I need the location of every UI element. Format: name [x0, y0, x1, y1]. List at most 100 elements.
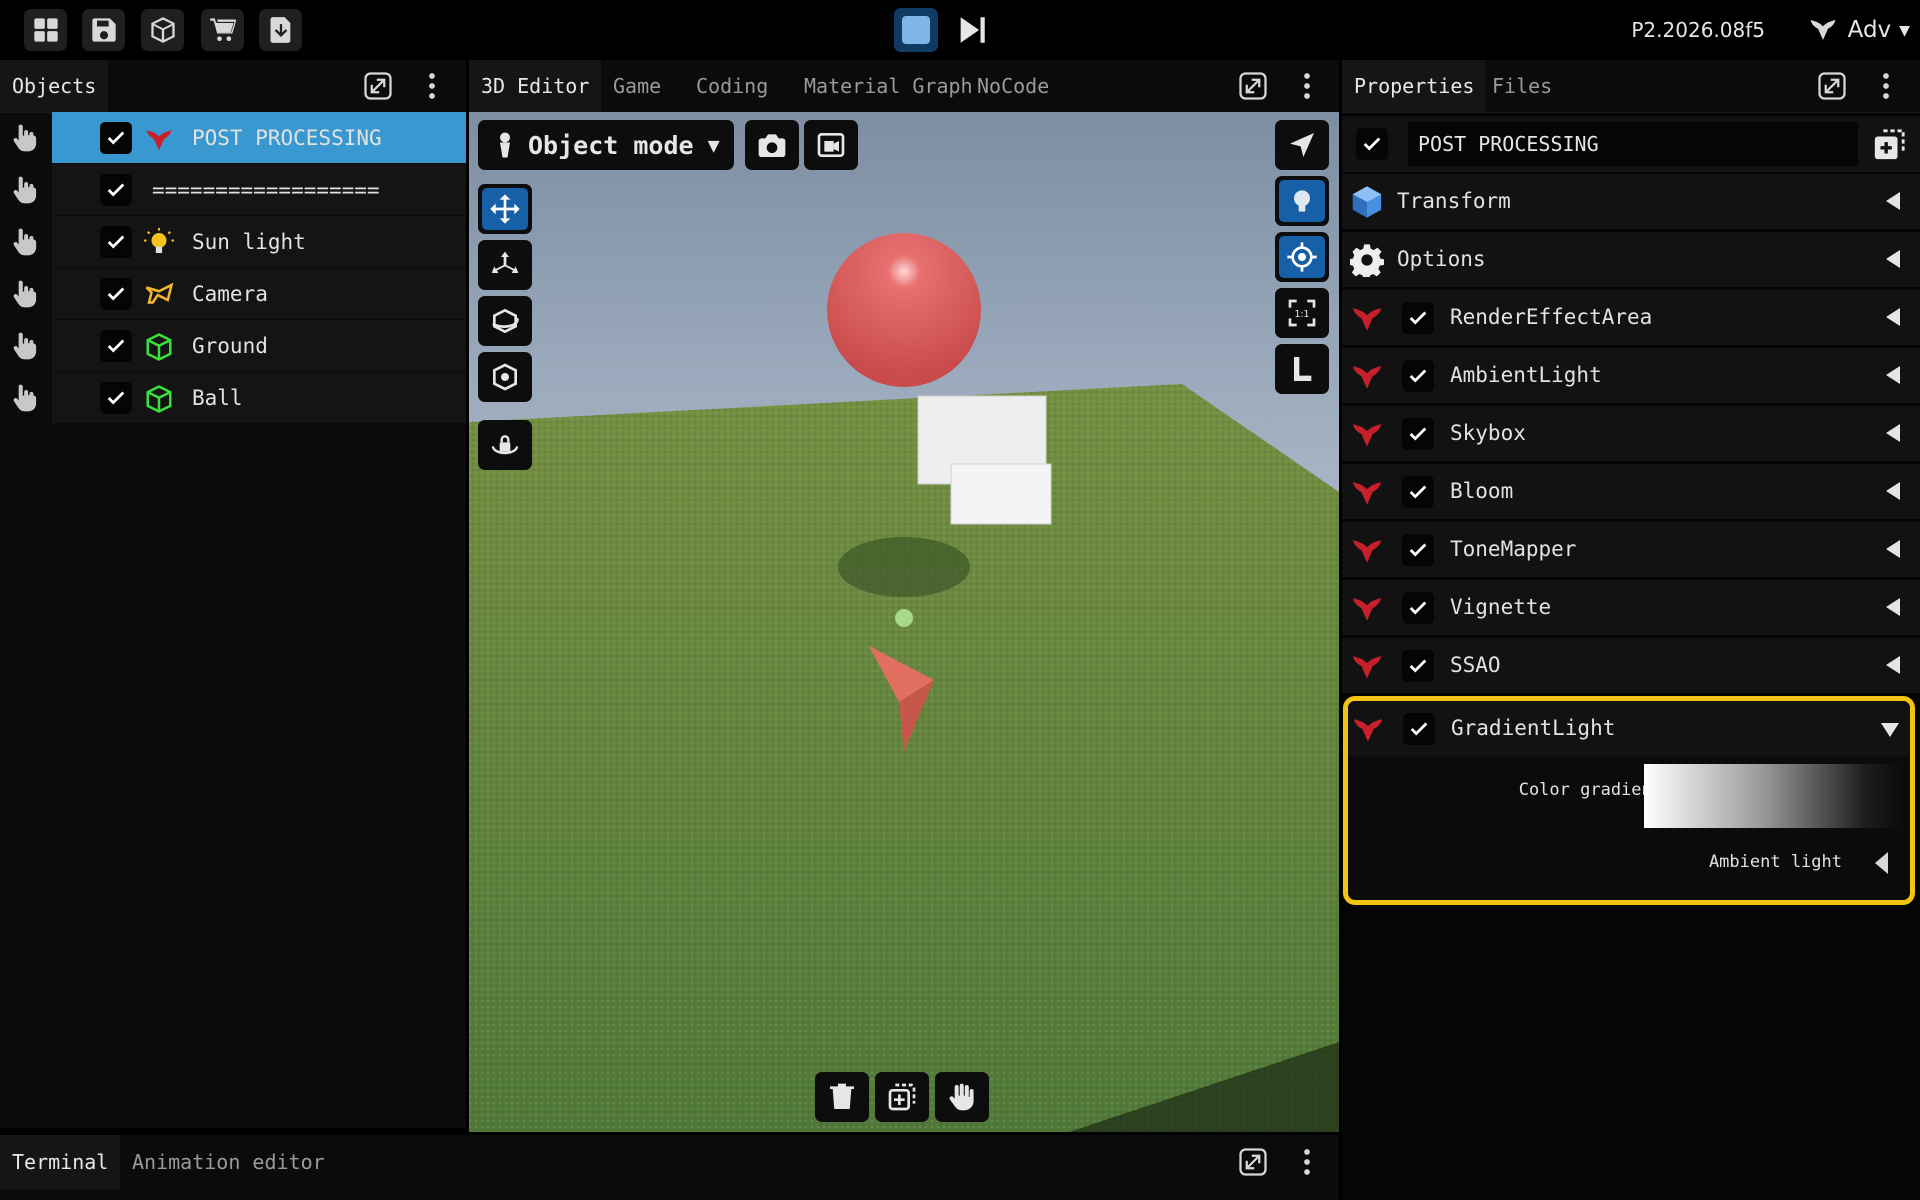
- ambient-light-arrow-icon[interactable]: [1875, 852, 1888, 874]
- effect-enabled-checkbox[interactable]: [1403, 713, 1435, 745]
- collapse-arrow-icon[interactable]: [1886, 366, 1900, 384]
- collapse-arrow-icon[interactable]: [1886, 192, 1900, 210]
- hand-icon: [949, 1083, 974, 1111]
- color-gradient-picker[interactable]: [1644, 764, 1906, 828]
- pixel-ratio-button[interactable]: 1:1: [1275, 288, 1329, 338]
- effect-tone-mapper[interactable]: ToneMapper: [1342, 522, 1920, 577]
- drag-handle[interactable]: [0, 112, 52, 164]
- drag-handle[interactable]: [0, 216, 52, 268]
- lock-rotation-button[interactable]: [478, 420, 532, 470]
- visibility-checkbox[interactable]: [100, 278, 132, 310]
- visibility-checkbox[interactable]: [100, 382, 132, 414]
- select-tool-button[interactable]: [1275, 120, 1329, 170]
- effect-enabled-checkbox[interactable]: [1402, 534, 1434, 566]
- maximize-button[interactable]: [1237, 70, 1269, 102]
- tab-game[interactable]: Game: [601, 60, 673, 112]
- tab-files[interactable]: Files: [1480, 60, 1564, 112]
- mode-select[interactable]: Object mode ▼: [478, 120, 734, 170]
- check-icon: [1363, 137, 1381, 151]
- visibility-checkbox[interactable]: [100, 330, 132, 362]
- effect-bloom[interactable]: Bloom: [1342, 464, 1920, 519]
- tab-material-graph[interactable]: Material Graph: [792, 60, 985, 112]
- check-icon: [107, 287, 125, 301]
- list-item[interactable]: Ground: [0, 320, 466, 372]
- drag-handle[interactable]: [0, 164, 52, 216]
- collapse-arrow-icon[interactable]: [1886, 424, 1900, 442]
- maximize-button[interactable]: [1816, 70, 1848, 102]
- local-space-button[interactable]: [1275, 344, 1329, 394]
- effect-enabled-checkbox[interactable]: [1402, 302, 1434, 334]
- collapse-arrow-icon[interactable]: [1886, 598, 1900, 616]
- effect-enabled-checkbox[interactable]: [1402, 592, 1434, 624]
- effect-enabled-checkbox[interactable]: [1402, 418, 1434, 450]
- lighting-toggle-button[interactable]: [1275, 176, 1329, 226]
- drag-handle[interactable]: [0, 372, 52, 424]
- effect-ssao[interactable]: SSAO: [1342, 638, 1920, 693]
- pan-button[interactable]: [935, 1072, 989, 1122]
- effect-ambient-light[interactable]: AmbientLight: [1342, 348, 1920, 403]
- view-toggle-button[interactable]: [804, 120, 858, 170]
- effect-skybox[interactable]: Skybox: [1342, 406, 1920, 461]
- panel-menu-button[interactable]: [1291, 1146, 1323, 1178]
- move-tool-button[interactable]: [478, 184, 532, 234]
- tab-3d-editor[interactable]: 3D Editor: [469, 60, 602, 112]
- step-button[interactable]: [950, 8, 994, 52]
- visibility-checkbox[interactable]: [100, 122, 132, 154]
- list-item[interactable]: Camera: [0, 268, 466, 320]
- layout-button[interactable]: [24, 9, 67, 51]
- drag-handle[interactable]: [0, 320, 52, 372]
- visibility-checkbox[interactable]: [100, 174, 132, 206]
- rotate-tool-button[interactable]: [478, 296, 532, 346]
- tab-properties[interactable]: Properties: [1342, 60, 1487, 112]
- list-item[interactable]: Ball: [0, 372, 466, 424]
- section-options[interactable]: Options: [1342, 232, 1920, 287]
- stop-button[interactable]: [894, 8, 938, 52]
- collapse-arrow-icon[interactable]: [1886, 250, 1900, 268]
- tab-coding[interactable]: Coding: [684, 60, 780, 112]
- section-transform[interactable]: Transform: [1342, 174, 1920, 229]
- assets-button[interactable]: [141, 9, 184, 51]
- maximize-button[interactable]: [362, 70, 394, 102]
- effect-render-effect-area[interactable]: RenderEffectArea: [1342, 290, 1920, 345]
- panel-menu-button[interactable]: [416, 70, 448, 102]
- maximize-button[interactable]: [1237, 1146, 1269, 1178]
- list-item[interactable]: POST PROCESSING: [0, 112, 466, 164]
- effect-enabled-checkbox[interactable]: [1402, 476, 1434, 508]
- transform-tool-button[interactable]: [478, 352, 532, 402]
- object-label: Sun light: [192, 230, 306, 254]
- duplicate-button[interactable]: [875, 1072, 929, 1122]
- expand-arrow-icon[interactable]: [1881, 723, 1899, 737]
- tab-animation-editor[interactable]: Animation editor: [120, 1135, 337, 1189]
- effect-gradient-light[interactable]: GradientLight: [1348, 701, 1910, 756]
- save-button[interactable]: [82, 9, 125, 51]
- effect-enabled-checkbox[interactable]: [1402, 360, 1434, 392]
- delete-button[interactable]: [815, 1072, 869, 1122]
- collapse-arrow-icon[interactable]: [1886, 308, 1900, 326]
- collapse-arrow-icon[interactable]: [1886, 540, 1900, 558]
- collapse-arrow-icon[interactable]: [1886, 656, 1900, 674]
- object-enabled-checkbox[interactable]: [1356, 128, 1388, 160]
- tab-objects[interactable]: Objects: [0, 60, 109, 112]
- effect-enabled-checkbox[interactable]: [1402, 650, 1434, 682]
- collapse-arrow-icon[interactable]: [1886, 482, 1900, 500]
- focus-toggle-button[interactable]: [1275, 232, 1329, 282]
- tab-terminal[interactable]: Terminal: [0, 1135, 121, 1189]
- panel-menu-button[interactable]: [1870, 70, 1902, 102]
- scale-tool-button[interactable]: [478, 240, 532, 290]
- 3d-viewport[interactable]: Object mode ▼ 1:1: [469, 112, 1339, 1132]
- screenshot-button[interactable]: [745, 120, 799, 170]
- user-menu[interactable]: Adv ▼: [1806, 10, 1910, 50]
- effect-vignette[interactable]: Vignette: [1342, 580, 1920, 635]
- list-item[interactable]: Sun light: [0, 216, 466, 268]
- store-button[interactable]: [201, 9, 244, 51]
- drag-handle[interactable]: [0, 268, 52, 320]
- import-button[interactable]: [259, 9, 302, 51]
- panel-menu-button[interactable]: [1291, 70, 1323, 102]
- visibility-checkbox[interactable]: [100, 226, 132, 258]
- tab-nocode[interactable]: NoCode: [965, 60, 1061, 112]
- more-vertical-icon: [429, 73, 435, 99]
- list-item[interactable]: ==================: [0, 164, 466, 216]
- add-component-button[interactable]: [1870, 126, 1908, 164]
- object-mode-icon: [500, 132, 510, 158]
- object-name-input[interactable]: POST PROCESSING: [1408, 122, 1858, 166]
